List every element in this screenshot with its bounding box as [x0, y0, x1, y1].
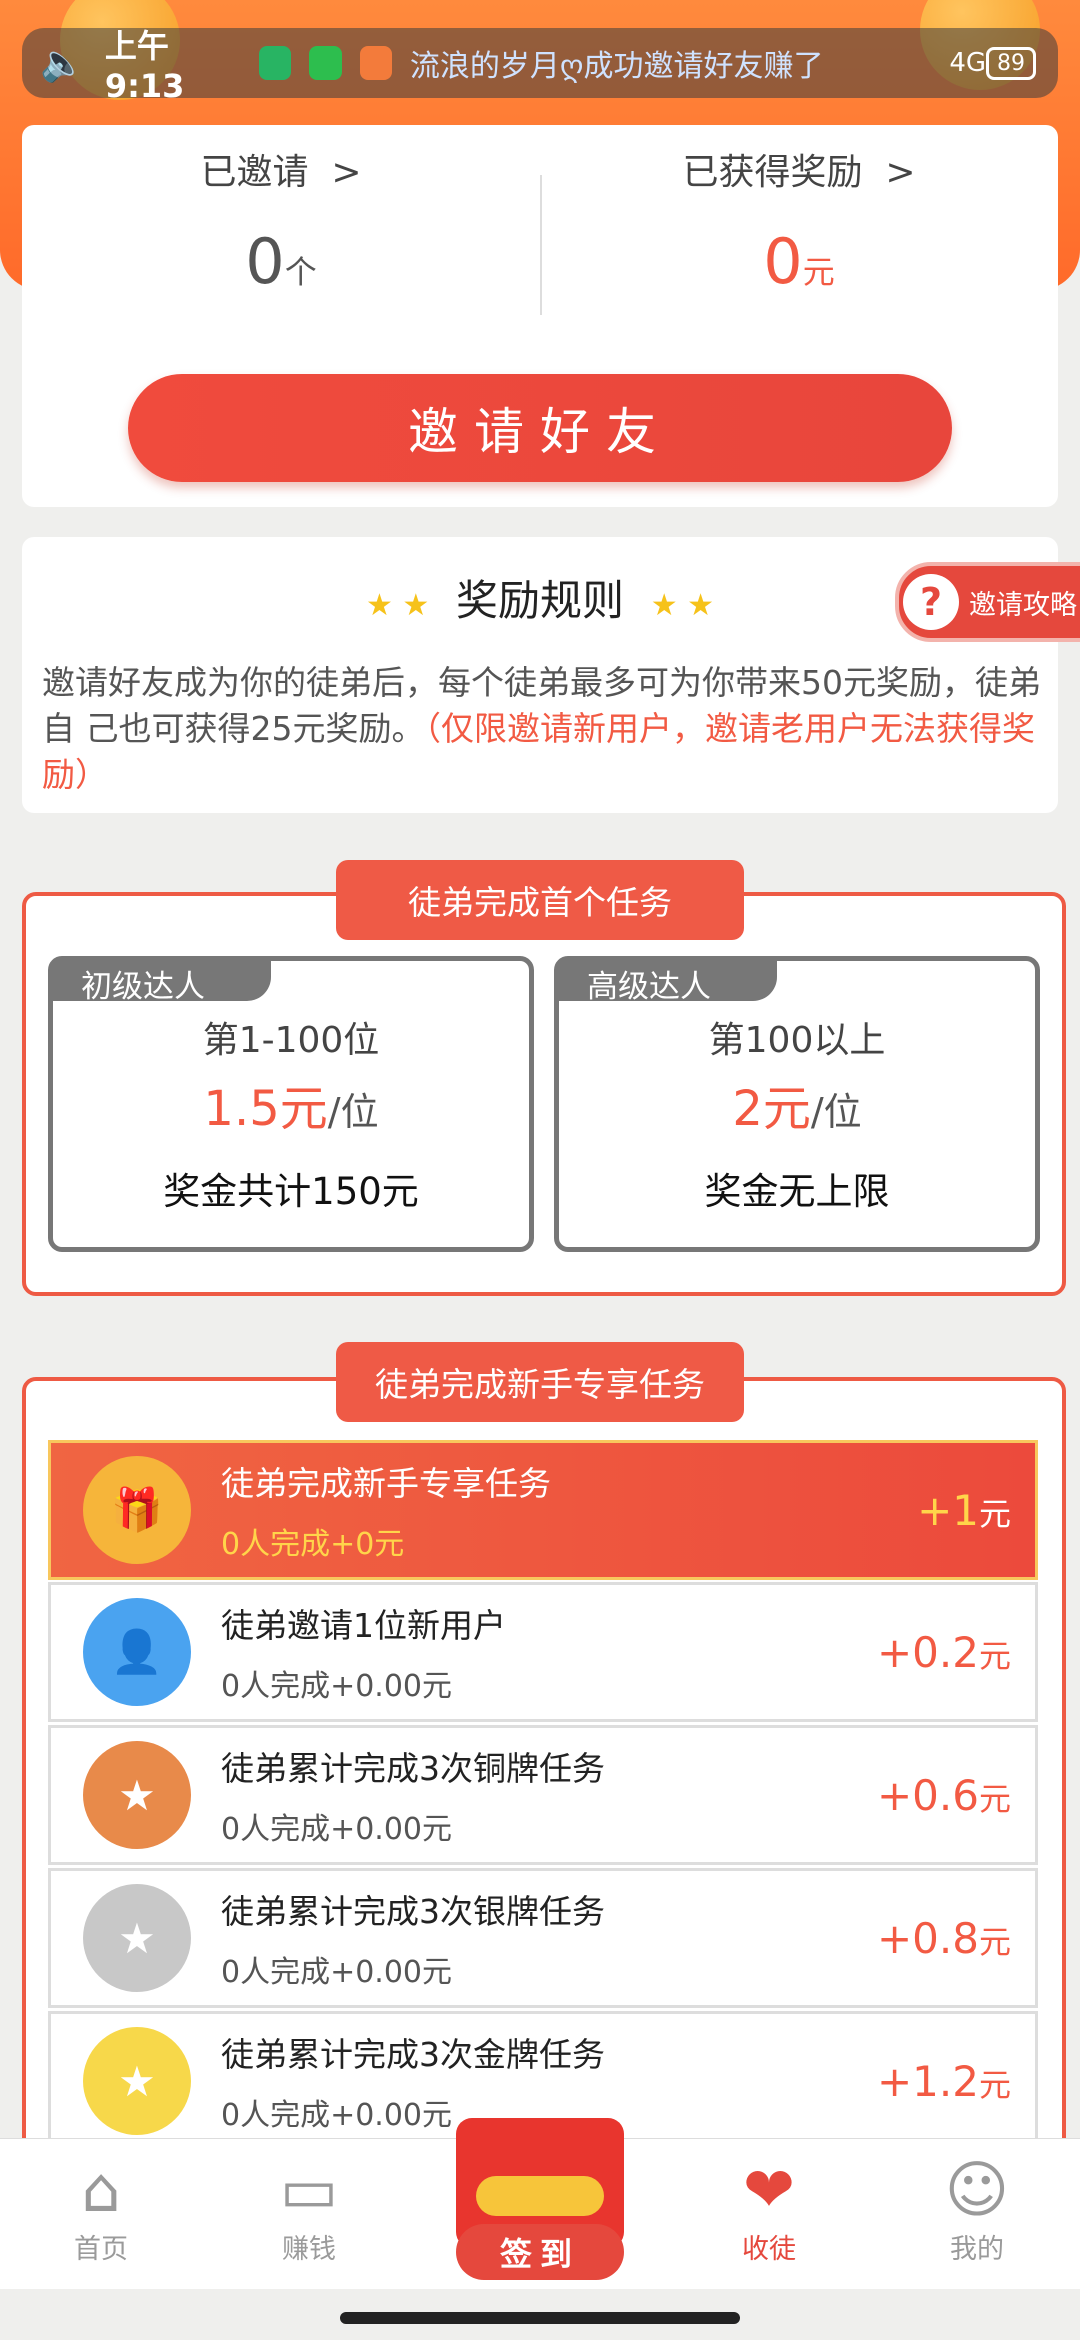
task-reward: +1.2元 [876, 2056, 1011, 2106]
status-time: 上午9:13 [104, 27, 185, 105]
first-task-section: 初级达人 第1-100位 1.5元/位 奖金共计150元 高级达人 第100以上… [22, 892, 1066, 1296]
tier-price: 2元/位 [732, 1081, 862, 1137]
chevron-right-icon: > [331, 152, 362, 193]
invite-friends-button[interactable]: 邀请好友 [128, 374, 952, 482]
wallet-icon: ▭ [279, 2153, 339, 2226]
task-title: 徒弟累计完成3次银牌任务 [221, 1892, 605, 1931]
reward-label: 已获得奖励 [682, 152, 863, 193]
silver-medal-icon: ★ [83, 1884, 191, 1992]
reward-amount: 0 [763, 225, 803, 298]
invite-ticker: 流浪的岁月ღ成功邀请好友赚了 [409, 49, 824, 84]
task-progress: 0人完成+0元 [221, 1527, 405, 1562]
star-icon: ★ ★ [365, 588, 430, 623]
task-reward: +0.2元 [876, 1627, 1011, 1677]
invited-count: 0 [245, 225, 285, 298]
network-indicator: 4G [949, 48, 987, 78]
checkin-button[interactable]: 签到 [456, 2224, 624, 2280]
chevron-right-icon: > [885, 152, 916, 193]
task-reward: +0.8元 [876, 1913, 1011, 1963]
tier-badge: 初级达人 [53, 961, 271, 1005]
tier-rank: 第100以上 [708, 1020, 886, 1061]
reward-unit: 元 [802, 253, 835, 291]
task-title: 徒弟完成新手专享任务 [221, 1464, 551, 1503]
tier-total: 奖金无上限 [704, 1170, 890, 1213]
first-task-tag: 徒弟完成首个任务 [336, 860, 744, 940]
handshake-icon: ❤ [743, 2153, 795, 2226]
home-indicator [340, 2312, 740, 2324]
tier-total: 奖金共计150元 [163, 1170, 419, 1213]
tab-label: 赚钱 [282, 2234, 336, 2265]
tier-card-senior: 高级达人 第100以上 2元/位 奖金无上限 [554, 956, 1040, 1252]
task-reward: +1元 [917, 1485, 1011, 1535]
tab-earn[interactable]: ▭ 赚钱 [234, 2153, 384, 2266]
task-row[interactable]: 👤 徒弟邀请1位新用户 0人完成+0.00元 +0.2元 [48, 1582, 1038, 1722]
gold-medal-icon: ★ [83, 2027, 191, 2135]
task-progress: 0人完成+0.00元 [221, 1669, 453, 1704]
task-title: 徒弟累计完成3次金牌任务 [221, 2035, 605, 2074]
app-notification-icon [309, 46, 342, 80]
invited-label: 已邀请 [200, 152, 309, 193]
tier-card-junior: 初级达人 第1-100位 1.5元/位 奖金共计150元 [48, 956, 534, 1252]
invite-guide-label: 邀请攻略 [969, 589, 1077, 621]
tab-label: 我的 [950, 2234, 1004, 2265]
rules-title: 奖励规则 [455, 576, 624, 625]
task-reward: +0.6元 [876, 1770, 1011, 1820]
coin-decoration [476, 2176, 604, 2216]
invited-unit: 个 [284, 253, 317, 291]
app-notification-icon [259, 46, 292, 80]
question-icon: ? [903, 574, 959, 630]
tab-home[interactable]: ⌂ 首页 [26, 2153, 176, 2266]
tier-price: 1.5元/位 [203, 1081, 379, 1137]
home-icon: ⌂ [81, 2153, 121, 2226]
invite-guide-button[interactable]: ? 邀请攻略 [895, 562, 1080, 642]
task-row[interactable]: 🎁 徒弟完成新手专享任务 0人完成+0元 +1元 [48, 1440, 1038, 1580]
tab-label: 收徒 [742, 2234, 796, 2265]
task-row[interactable]: ★ 徒弟累计完成3次银牌任务 0人完成+0.00元 +0.8元 [48, 1868, 1038, 2008]
status-bar: 🔈 上午9:13 流浪的岁月ღ成功邀请好友赚了 4G 89 [22, 27, 1058, 105]
rules-text: 邀请好友成为你的徒弟后，每个徒弟最多可为你带来50元奖励，徒弟自 己也可获得25… [42, 660, 1042, 798]
tier-badge: 高级达人 [559, 961, 777, 1005]
task-progress: 0人完成+0.00元 [221, 1955, 453, 1990]
task-row[interactable]: ★ 徒弟累计完成3次铜牌任务 0人完成+0.00元 +0.6元 [48, 1725, 1038, 1865]
tab-recruit[interactable]: ❤ 收徒 [694, 2153, 844, 2266]
gift-icon: 🎁 [83, 1456, 191, 1564]
task-title: 徒弟累计完成3次铜牌任务 [221, 1749, 605, 1788]
app-notification-icon [359, 46, 392, 80]
task-progress: 0人完成+0.00元 [221, 1812, 453, 1847]
tier-rank: 第1-100位 [202, 1020, 380, 1061]
tab-label: 首页 [74, 2234, 128, 2265]
bronze-medal-icon: ★ [83, 1741, 191, 1849]
newbie-task-tag: 徒弟完成新手专享任务 [336, 1342, 744, 1422]
task-title: 徒弟邀请1位新用户 [221, 1606, 506, 1645]
reward-stat[interactable]: 已获得奖励 > 0元 [540, 143, 1058, 298]
star-icon: ★ ★ [650, 588, 715, 623]
tab-profile[interactable]: ☺ 我的 [902, 2153, 1052, 2266]
battery-indicator: 89 [986, 46, 1037, 80]
invited-stat[interactable]: 已邀请 > 0个 [22, 143, 540, 298]
add-user-icon: 👤 [83, 1598, 191, 1706]
speaker-icon: 🔈 [40, 43, 85, 84]
profile-icon: ☺ [944, 2153, 1010, 2226]
